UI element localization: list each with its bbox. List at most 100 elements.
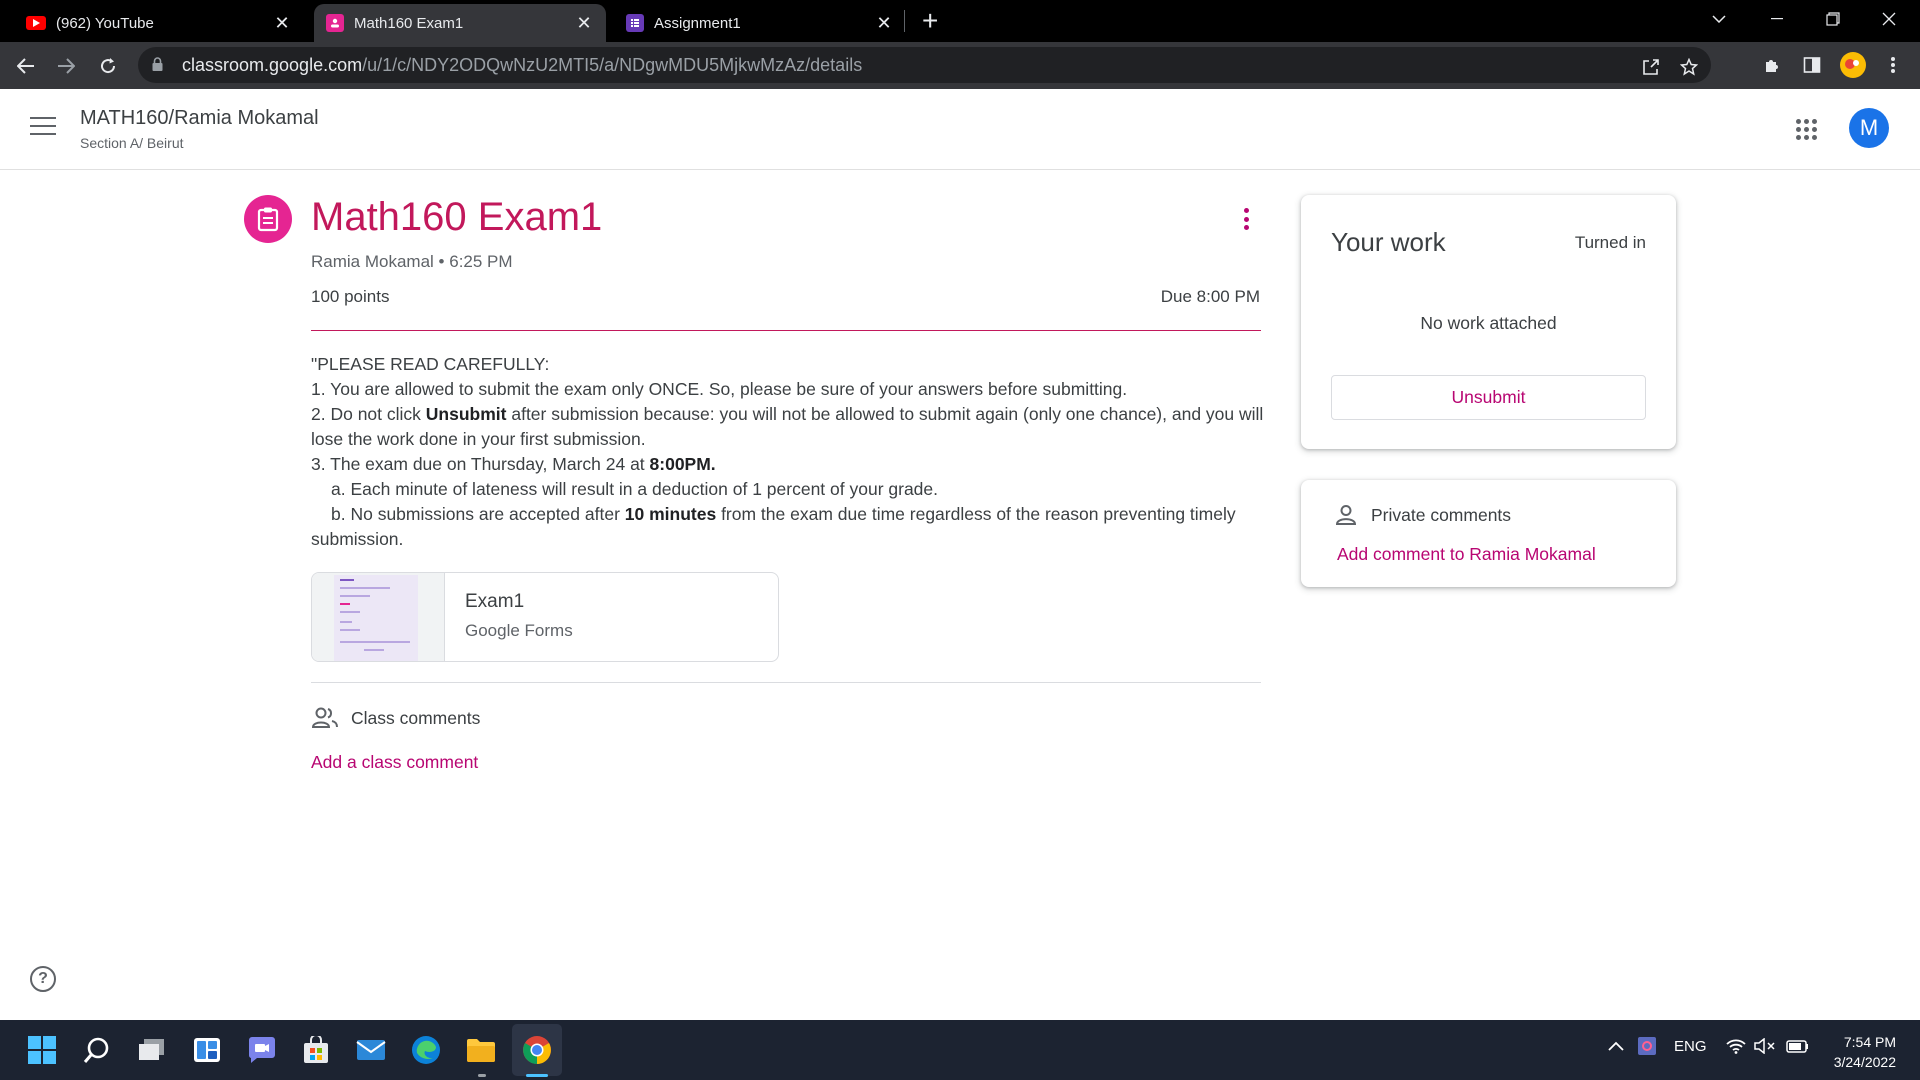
windows-start-icon[interactable] [24,1032,60,1068]
battery-icon[interactable] [1786,1038,1810,1058]
minimize-icon[interactable] [1754,0,1800,38]
comments-divider [311,682,1261,683]
account-avatar[interactable]: M [1849,108,1889,148]
system-clock[interactable]: 7:54 PM 3/24/2022 [1834,1032,1896,1072]
no-work-text: No work attached [1420,313,1557,333]
main-menu-icon[interactable] [30,117,56,137]
url-host: classroom.google.com [182,54,363,75]
instruction-bold: 10 minutes [624,504,717,524]
add-class-comment-link[interactable]: Add a class comment [311,752,478,773]
your-work-title: Your work [1331,227,1446,257]
microsoft-store-icon[interactable] [298,1032,334,1068]
assignment-instructions: "PLEASE READ CAREFULLY: 1. You are allow… [311,352,1266,552]
browser-toolbar: classroom.google.com/u/1/c/NDY2ODQwNzU2M… [0,42,1920,89]
show-hidden-icons-chevron[interactable] [1608,1038,1624,1055]
app-tray-icon[interactable] [1637,1036,1657,1060]
clock-date: 3/24/2022 [1833,1054,1896,1070]
title-divider [311,330,1261,331]
assignment-due: Due 8:00 PM [1160,287,1260,306]
language-indicator[interactable]: ENG [1674,1038,1707,1055]
unsubmit-button[interactable]: Unsubmit [1331,375,1646,420]
task-view-icon[interactable] [134,1032,170,1068]
widgets-icon[interactable] [189,1032,225,1068]
reload-icon[interactable] [92,50,124,82]
class-comments-header: Class comments [311,707,480,729]
add-private-comment-link[interactable]: Add comment to Ramia Mokamal [1337,544,1596,565]
close-window-icon[interactable] [1866,0,1912,38]
course-section: Section A/ Beirut [80,135,184,151]
course-title[interactable]: MATH160/Ramia Mokamal [80,107,319,130]
your-work-card: Your work Turned in No work attached Uns… [1301,195,1676,449]
back-arrow-icon[interactable] [10,50,42,82]
mail-icon[interactable] [353,1032,389,1068]
clock-time: 7:54 PM [1843,1034,1896,1050]
assignment-points: 100 points [311,287,390,306]
people-icon [311,707,338,728]
assignment-posted-time: 6:25 PM [449,252,513,271]
address-bar[interactable]: classroom.google.com/u/1/c/NDY2ODQwNzU2M… [138,47,1711,83]
tab-youtube[interactable]: (962) YouTube ✕ [14,4,304,42]
instruction-line: 2. Do not click Unsubmit after submissio… [311,404,1264,449]
teams-chat-icon[interactable] [244,1032,280,1068]
close-tab-icon[interactable]: ✕ [874,13,894,34]
attachment-type: Google Forms [465,621,573,640]
google-apps-icon[interactable] [1796,119,1818,141]
instruction-line: 1. You are allowed to submit the exam on… [311,379,1128,399]
private-comments-header: Private comments [1335,504,1511,526]
help-icon[interactable]: ? [30,966,56,992]
lock-icon [152,56,168,74]
instruction-bold: Unsubmit [425,404,507,424]
taskbar-search-icon[interactable] [79,1032,115,1068]
new-tab-button[interactable]: + [922,6,938,36]
classroom-header: MATH160/Ramia Mokamal Section A/ Beirut … [0,89,1920,170]
tab-search-chevron-icon[interactable] [1696,0,1742,38]
chrome-icon[interactable] [519,1032,555,1068]
form-thumbnail [312,573,445,661]
url-path: /u/1/c/NDY2ODQwNzU2MTI5/a/NDgwMDU5MjkwMz… [362,54,863,75]
wifi-icon[interactable] [1726,1038,1746,1058]
classroom-icon [326,14,344,32]
private-comments-label: Private comments [1371,504,1512,525]
windows-taskbar: ENG 7:54 PM 3/24/2022 [0,1020,1920,1080]
volume-muted-icon[interactable] [1754,1037,1776,1058]
side-panel-icon[interactable] [1797,50,1827,80]
more-options-icon[interactable] [1236,206,1256,232]
browser-tab-strip: (962) YouTube ✕ Math160 Exam1 ✕ Assignme… [0,0,1920,42]
bookmark-star-icon[interactable] [1675,53,1703,81]
file-explorer-icon[interactable] [463,1032,499,1068]
instruction-line: a. Each minute of lateness will result i… [331,479,939,499]
active-indicator [526,1074,548,1077]
close-tab-icon[interactable]: ✕ [574,13,594,34]
attachment-card[interactable]: Exam1 Google Forms [311,572,779,662]
restore-icon[interactable] [1810,0,1856,38]
tab-separator [904,10,905,32]
assignment-author: Ramia Mokamal [311,252,434,271]
tab-title: Assignment1 [654,14,741,32]
profile-avatar-icon[interactable] [1838,50,1868,80]
private-comments-card: Private comments Add comment to Ramia Mo… [1301,480,1676,587]
instruction-line: 3. The exam due on Thursday, March 24 at… [311,454,716,474]
instruction-line: "PLEASE READ CAREFULLY: [311,354,550,374]
tab-title: (962) YouTube [56,14,154,32]
close-tab-icon[interactable]: ✕ [272,13,292,34]
extensions-puzzle-icon[interactable] [1757,50,1787,80]
browser-menu-icon[interactable] [1878,50,1908,80]
tab-math160-exam1[interactable]: Math160 Exam1 ✕ [314,4,606,42]
instruction-line: b. No submissions are accepted after 10 … [311,504,1236,549]
person-icon [1335,505,1357,525]
running-indicator [478,1074,486,1077]
edge-browser-icon[interactable] [408,1032,444,1068]
forms-icon [626,14,644,32]
tab-assignment1[interactable]: Assignment1 ✕ [614,4,906,42]
youtube-icon [26,16,46,30]
instruction-bold: 8:00PM. [649,454,716,474]
attachment-name: Exam1 [465,591,525,612]
share-icon[interactable] [1637,53,1665,81]
tab-title: Math160 Exam1 [354,14,464,32]
assignment-meta: Ramia Mokamal • 6:25 PM [311,252,513,272]
assignment-title: Math160 Exam1 [311,195,603,239]
submission-status: Turned in [1574,233,1646,252]
class-comments-label: Class comments [351,707,481,728]
forward-arrow-icon[interactable] [50,50,82,82]
assignment-icon [244,195,292,243]
